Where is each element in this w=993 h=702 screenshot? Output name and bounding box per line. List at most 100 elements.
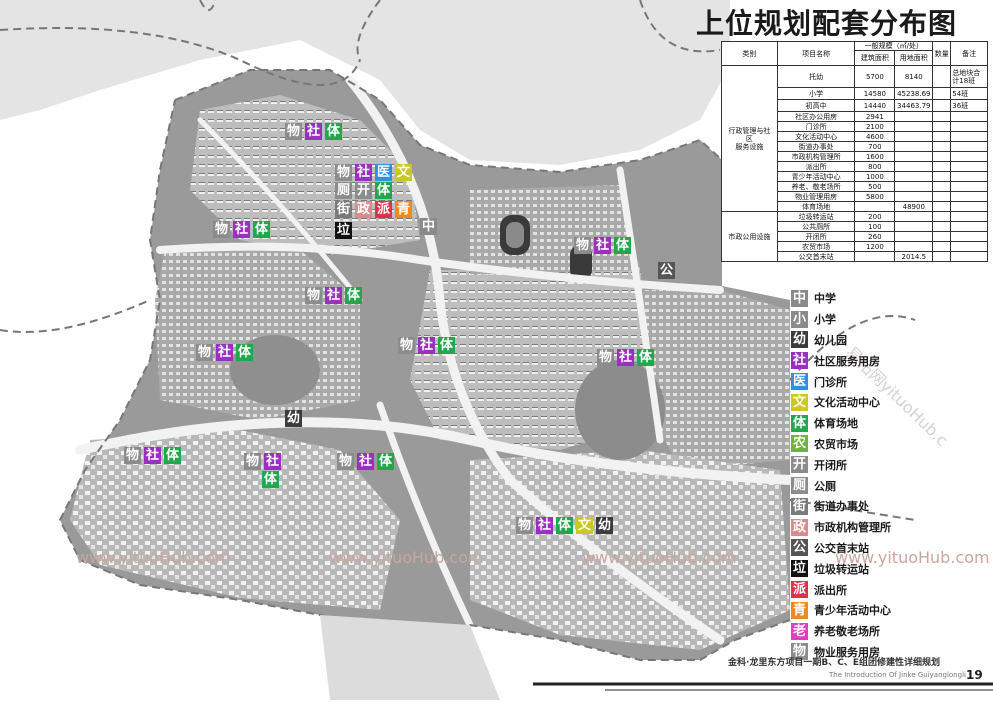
facility-table: 类别 项目名称 一般规模（㎡/处） 数量 备注 建筑面积 用地面积 行政管理与社… [721, 41, 988, 262]
table-cell: 200 [854, 211, 896, 222]
table-cell [932, 231, 952, 242]
table-cell: 700 [854, 141, 896, 152]
map-label-tag: 体 [253, 221, 270, 238]
legend-item: 派派出所 [791, 579, 931, 600]
map-label-tag: 厕 [335, 182, 352, 199]
legend-item: 文文化活动中心 [791, 392, 931, 413]
legend-label: 市政机构管理所 [814, 521, 891, 535]
map-label-tag: 物 [285, 123, 302, 140]
legend-label: 派出所 [814, 583, 847, 597]
legend-swatch: 小 [791, 310, 808, 328]
watermark: www.yituoHub.com [582, 548, 737, 567]
map-label-tag: 派 [375, 201, 392, 218]
legend-swatch: 医 [791, 373, 808, 391]
table-cell [950, 121, 988, 132]
legend-label: 公厕 [814, 479, 836, 493]
table-cell [932, 111, 952, 122]
table-cell [932, 65, 952, 88]
table-cell [932, 87, 952, 100]
page-title: 上位规划配套分布图 [696, 7, 958, 40]
map-page: www.yituoHub.com www.yituoHub.com www.yi… [0, 0, 993, 702]
map-label-tag: 社 [264, 453, 281, 470]
table-cell [854, 201, 896, 212]
table-cell: 2941 [854, 111, 896, 122]
context-area [320, 615, 500, 700]
table-cell [950, 131, 988, 142]
table-cell: 派出所 [776, 161, 856, 172]
table-cell: 小学 [776, 87, 856, 100]
table-cell: 体育场地 [776, 201, 856, 212]
table-cell [932, 171, 952, 182]
map-label-tag: 中 [420, 218, 437, 235]
legend-label: 文化活动中心 [814, 396, 880, 410]
map-label-tag: 社 [594, 237, 611, 254]
map-label-tag: 开 [355, 182, 372, 199]
table-cell [854, 251, 896, 262]
legend-swatch: 厕 [791, 477, 808, 495]
table-cell [932, 221, 952, 232]
map-label-tag: 幼 [285, 410, 302, 427]
table-cell [894, 121, 934, 132]
table-cell: 托幼 [776, 65, 856, 88]
table-cell [932, 201, 952, 212]
table-cell: 门诊所 [776, 121, 856, 132]
table-cell: 垃圾转运站 [776, 211, 856, 222]
legend-label: 门诊所 [814, 375, 847, 389]
table-cell: 100 [854, 221, 896, 232]
watermark: www.yituoHub.com [329, 548, 484, 567]
map-label-tag: 文 [395, 164, 412, 181]
map-label-tag: 社 [617, 349, 634, 366]
map-label-tag: 体 [375, 182, 392, 199]
table-cell: 8140 [894, 65, 934, 88]
map-label-tag: 社 [144, 447, 161, 464]
table-header: 一般规模（㎡/处） [854, 41, 934, 51]
table-cell: 5700 [854, 65, 896, 88]
table-group-label: 行政管理与社 [728, 126, 771, 135]
map-label-tag: 街 [335, 201, 352, 218]
legend-swatch: 派 [791, 581, 808, 599]
legend-swatch: 政 [791, 518, 808, 536]
table-cell [932, 181, 952, 192]
map-label-tag: 社 [355, 164, 372, 181]
legend-label: 垃圾转运站 [814, 562, 869, 576]
table-cell: 260 [854, 231, 896, 242]
legend-swatch: 街 [791, 497, 808, 515]
table-cell [894, 211, 934, 222]
legend-swatch: 文 [791, 393, 808, 411]
table-group-cell: 行政管理与社区服务设施 [721, 65, 778, 212]
table-cell [950, 151, 988, 162]
table-group-label: 市政公用设施 [728, 232, 771, 241]
table-cell: 初高中 [776, 99, 856, 112]
table-cell [932, 131, 952, 142]
table-cell [950, 191, 988, 202]
legend-item: 政市政机构管理所 [791, 517, 931, 538]
map-label-tag: 物 [124, 447, 141, 464]
table-cell: 1600 [854, 151, 896, 162]
map-label-tag: 体 [377, 453, 394, 470]
legend-item: 体体育场地 [791, 413, 931, 434]
legend: 中中学小小学幼幼儿园社社区服务用房医门诊所文文化活动中心体体育场地农农贸市场开开… [791, 288, 931, 662]
legend-item: 幼幼儿园 [791, 330, 931, 351]
legend-label: 社区服务用房 [814, 354, 880, 368]
map-label-tag: 体 [262, 471, 279, 488]
map-label-tag: 体 [556, 517, 573, 534]
map-label-tag: 物 [244, 453, 261, 470]
table-cell [894, 131, 934, 142]
table-cell: 34463.79 [894, 99, 934, 112]
legend-swatch: 中 [791, 289, 808, 307]
map-label-tag: 社 [536, 517, 553, 534]
table-cell [950, 141, 988, 152]
table-cell [950, 251, 988, 262]
table-cell [932, 191, 952, 202]
legend-item: 医门诊所 [791, 371, 931, 392]
legend-label: 幼儿园 [814, 333, 847, 347]
map-label-tag: 青 [395, 201, 412, 218]
table-group-label: 服务设施 [735, 142, 764, 151]
map-label-tag: 物 [597, 349, 614, 366]
table-cell: 青少年活动中心 [776, 171, 856, 182]
map-label-tag: 物 [335, 164, 352, 181]
table-cell: 养老、敬老场所 [776, 181, 856, 192]
legend-swatch: 垃 [791, 560, 808, 578]
table-cell [894, 221, 934, 232]
map-label-tag: 幼 [596, 517, 613, 534]
